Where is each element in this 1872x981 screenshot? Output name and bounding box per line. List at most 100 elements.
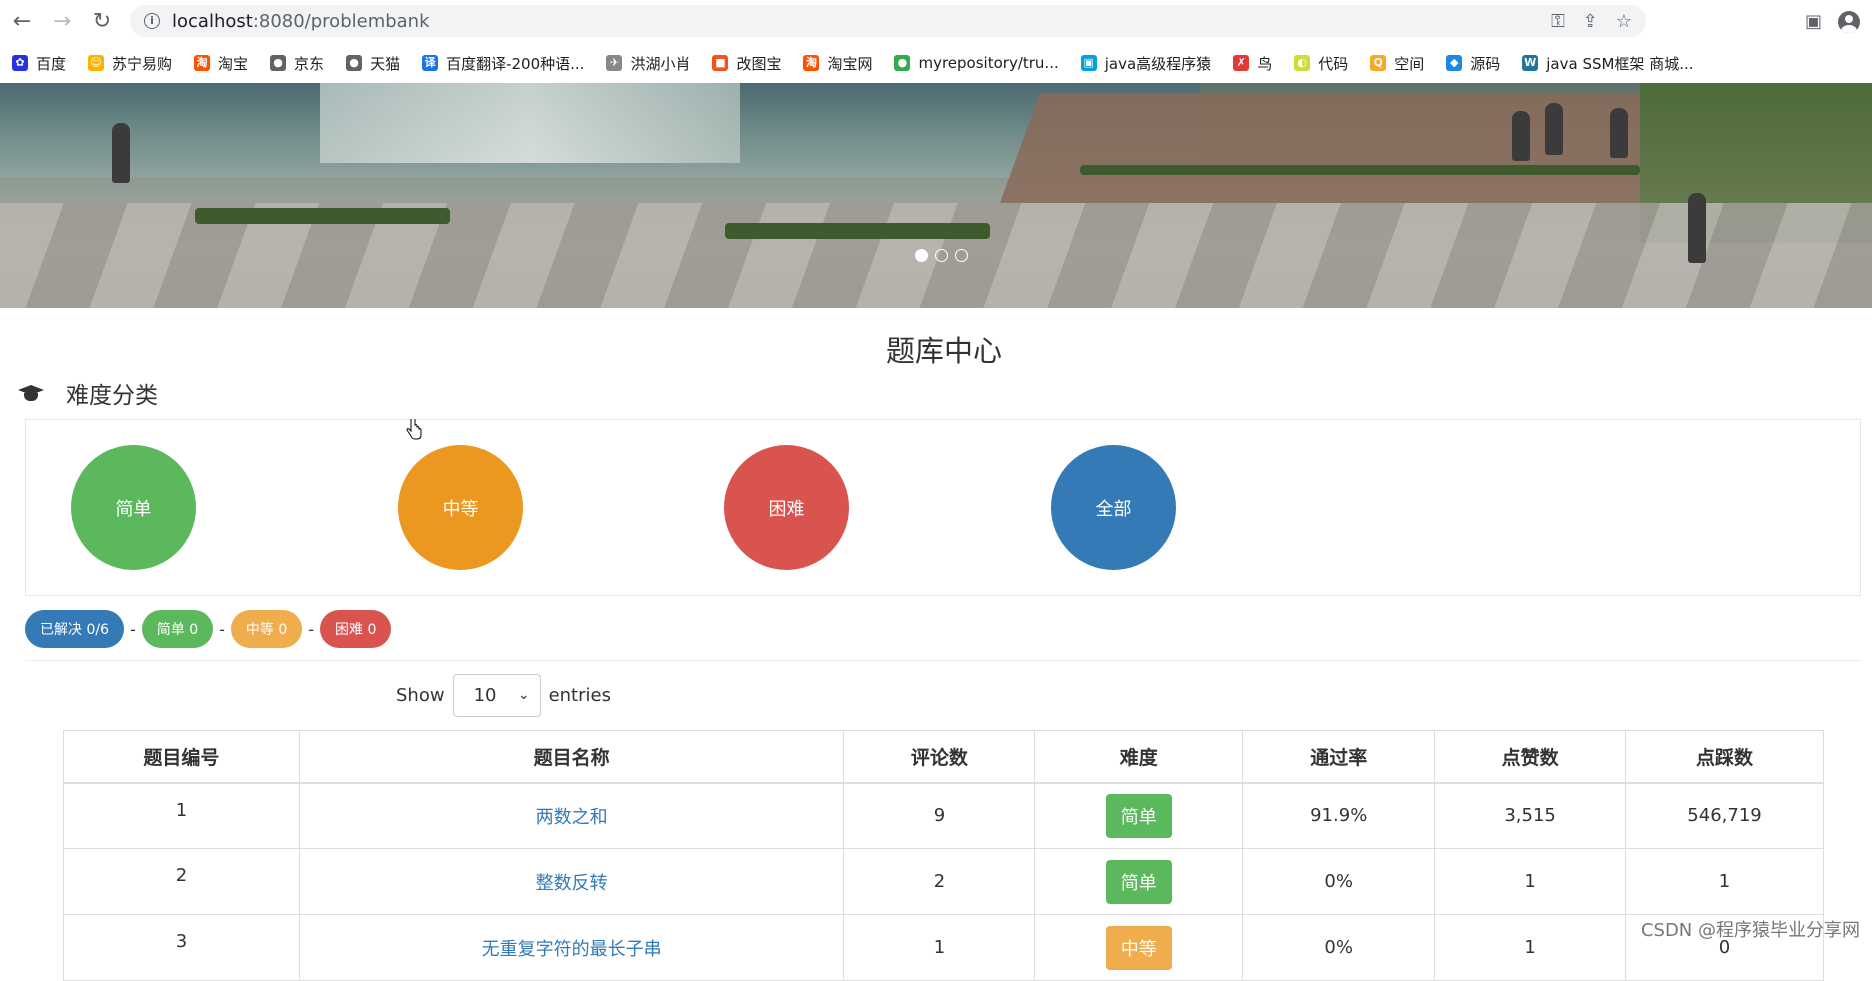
section-title: 难度分类	[66, 376, 158, 410]
banner-deck	[1000, 93, 1740, 203]
bookmark-item[interactable]: ▣ java高级程序猿	[1081, 53, 1211, 74]
bookmark-label: java SSM框架 商城...	[1546, 53, 1693, 74]
bookmark-favicon-icon: ✈	[606, 55, 622, 71]
show-label: Show	[396, 685, 445, 706]
bookmark-label: java高级程序猿	[1105, 53, 1211, 74]
bookmark-item[interactable]: 淘淘宝	[194, 53, 248, 74]
column-header[interactable]: 难度	[1035, 731, 1243, 783]
cell-name: 两数之和	[299, 783, 844, 849]
problem-link[interactable]: 两数之和	[536, 807, 608, 828]
bookmark-label: 鸟	[1257, 53, 1272, 74]
banner-person	[1610, 108, 1628, 158]
bookmark-star-icon[interactable]: ☆	[1616, 11, 1632, 32]
page-title: 题库中心	[0, 328, 1872, 370]
bookmark-item[interactable]: ✿ 百度	[12, 53, 66, 74]
problem-link[interactable]: 无重复字符的最长子串	[482, 939, 662, 960]
carousel-dot[interactable]	[955, 249, 968, 262]
banner-person	[112, 123, 130, 183]
bookmark-item[interactable]: ● 京东	[270, 53, 324, 74]
bookmark-item[interactable]: 淘淘宝网	[803, 53, 872, 74]
bookmark-item[interactable]: Wjava SSM框架 商城...	[1522, 53, 1693, 74]
bookmark-favicon-icon: Q	[1370, 55, 1386, 71]
column-header[interactable]: 通过率	[1243, 731, 1435, 783]
bookmark-item[interactable]: 译百度翻译-200种语...	[422, 53, 584, 74]
separator: -	[219, 620, 225, 639]
cell-level: 简单	[1035, 783, 1243, 849]
medium-count-badge: 中等 0	[231, 610, 302, 648]
hand-cursor-icon	[406, 419, 422, 441]
bookmark-item[interactable]: ☺苏宁易购	[88, 53, 172, 74]
difficulty-all-button[interactable]: 全部	[1051, 445, 1176, 570]
bookmark-label: 天猫	[370, 53, 400, 74]
bookmark-item[interactable]: ◐代码	[1294, 53, 1348, 74]
difficulty-hard-button[interactable]: 困难	[724, 445, 849, 570]
page-size-select[interactable]: 10 ⌄	[453, 674, 541, 717]
problem-link[interactable]: 整数反转	[536, 873, 608, 894]
reload-icon[interactable]: ↻	[84, 4, 120, 40]
table-row[interactable]: 2整数反转2简单0%11	[64, 849, 1824, 915]
easy-count-badge: 简单 0	[142, 610, 213, 648]
solved-badge: 已解决 0/6	[25, 610, 124, 648]
cell-id: 1	[64, 783, 300, 849]
column-header[interactable]: 点赞数	[1435, 731, 1626, 783]
bookmark-label: myrepository/tru...	[918, 54, 1058, 72]
bookmark-favicon-icon: ✗	[1233, 55, 1249, 71]
difficulty-easy-button[interactable]: 简单	[71, 445, 196, 570]
bookmark-label: 百度	[36, 53, 66, 74]
bookmark-favicon-icon: ✿	[12, 55, 28, 71]
column-header[interactable]: 题目编号	[64, 731, 300, 783]
entries-label: entries	[549, 685, 611, 706]
bookmark-label: 淘宝	[218, 53, 248, 74]
address-bar[interactable]: i localhost:8080/problembank ⚿ ⇪ ☆	[130, 5, 1646, 37]
key-icon[interactable]: ⚿	[1551, 11, 1565, 32]
separator: -	[308, 620, 314, 639]
bookmark-item[interactable]: ✗鸟	[1233, 53, 1272, 74]
divider	[25, 660, 1861, 661]
column-header[interactable]: 评论数	[844, 731, 1035, 783]
cell-pass: 91.9%	[1243, 783, 1435, 849]
bookmark-item[interactable]: ●myrepository/tru...	[894, 54, 1058, 72]
banner-hedge	[195, 208, 450, 224]
cell-likes: 3,515	[1435, 783, 1626, 849]
bookmark-label: 京东	[294, 53, 324, 74]
banner-reflection	[320, 83, 740, 163]
bookmark-favicon-icon: ▣	[1081, 55, 1097, 71]
side-panel-icon[interactable]: ▣	[1805, 11, 1822, 32]
bookmark-label: 洪湖小肖	[630, 53, 690, 74]
banner-carousel	[0, 83, 1872, 308]
cell-dislikes: 546,719	[1626, 783, 1824, 849]
carousel-dot[interactable]	[915, 249, 928, 262]
bookmark-label: 改图宝	[736, 53, 781, 74]
bookmarks-bar: ✿百度☺苏宁易购淘淘宝●京东●天猫译百度翻译-200种语...✈洪湖小肖■改图宝…	[0, 43, 1872, 83]
profile-avatar-icon[interactable]	[1838, 11, 1860, 33]
column-header[interactable]: 题目名称	[299, 731, 844, 783]
bookmark-item[interactable]: ●天猫	[346, 53, 400, 74]
watermark: CSDN @程序猿毕业分享网	[1641, 916, 1860, 942]
bookmark-label: 百度翻译-200种语...	[446, 53, 584, 74]
banner-person	[1545, 103, 1563, 155]
cell-pass: 0%	[1243, 849, 1435, 915]
cell-id: 2	[64, 849, 300, 915]
bookmark-favicon-icon: ●	[270, 55, 286, 71]
problem-table: 题目编号 题目名称 评论数 难度 通过率 点赞数 点踩数 1两数之和9简单91.…	[63, 730, 1824, 981]
site-info-icon[interactable]: i	[144, 13, 160, 29]
table-row[interactable]: 1两数之和9简单91.9%3,515546,719	[64, 783, 1824, 849]
carousel-dot[interactable]	[935, 249, 948, 262]
bookmark-label: 苏宁易购	[112, 53, 172, 74]
column-header[interactable]: 点踩数	[1626, 731, 1824, 783]
difficulty-medium-button[interactable]: 中等	[398, 445, 523, 570]
progress-badges: 已解决 0/6 - 简单 0 - 中等 0 - 困难 0	[25, 610, 391, 648]
bookmark-item[interactable]: ◆源码	[1446, 53, 1500, 74]
cell-name: 整数反转	[299, 849, 844, 915]
bookmark-favicon-icon: ◆	[1446, 55, 1462, 71]
table-header-row: 题目编号 题目名称 评论数 难度 通过率 点赞数 点踩数	[64, 731, 1824, 783]
share-icon[interactable]: ⇪	[1583, 11, 1598, 32]
banner-hedge	[725, 223, 990, 239]
bookmark-item[interactable]: ■改图宝	[712, 53, 781, 74]
bookmark-item[interactable]: Q空间	[1370, 53, 1424, 74]
cell-comments: 2	[844, 849, 1035, 915]
back-icon[interactable]: ←	[4, 4, 40, 40]
bookmark-item[interactable]: ✈ 洪湖小肖	[606, 53, 690, 74]
bookmark-favicon-icon: 淘	[803, 55, 819, 71]
forward-icon[interactable]: →	[44, 4, 80, 40]
